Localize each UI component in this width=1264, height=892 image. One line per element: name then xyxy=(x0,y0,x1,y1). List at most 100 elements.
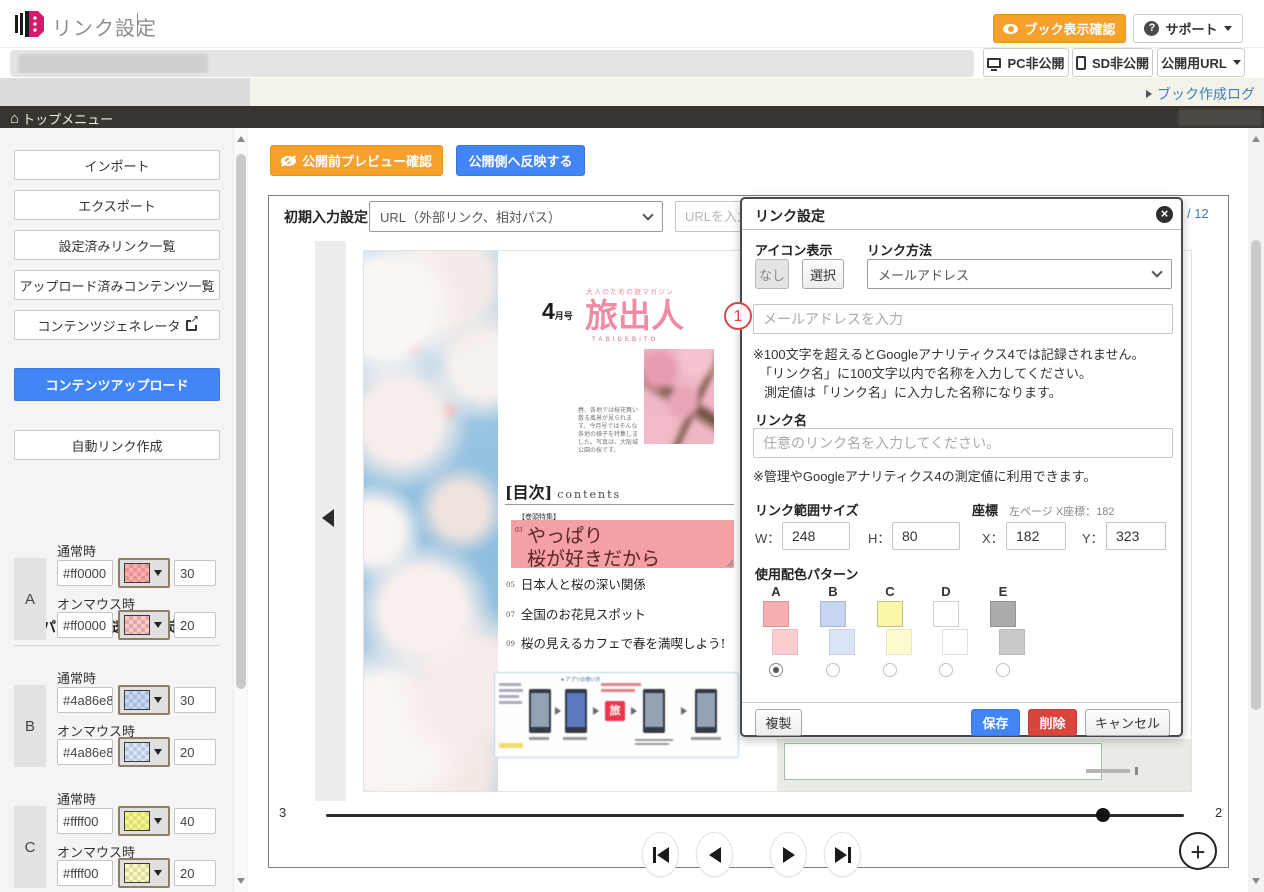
book-preview-button[interactable]: ブック表示確認 xyxy=(993,14,1126,43)
height-input[interactable] xyxy=(892,522,960,550)
preview-before-publish-button[interactable]: 公開前プレビュー確認 xyxy=(270,145,443,176)
magazine-title-roman: TABIDEBITO xyxy=(592,337,658,343)
pattern-b-hover-swatch-button[interactable] xyxy=(118,737,170,767)
pattern-b-normal-hex-input[interactable] xyxy=(57,687,113,713)
link-method-select[interactable]: メールアドレス xyxy=(867,259,1172,289)
scroll-up-icon[interactable] xyxy=(237,136,245,142)
pattern-d-radio[interactable] xyxy=(939,663,953,677)
page-number-overlay: 2 xyxy=(372,775,376,782)
pattern-c-normal-swatch-button[interactable] xyxy=(118,806,170,836)
pattern-c-hover-hex-input[interactable] xyxy=(57,860,113,886)
icon-none-button[interactable]: なし xyxy=(755,259,789,289)
caret-down-icon xyxy=(154,570,162,576)
pattern-b-normal-opacity-input[interactable] xyxy=(174,687,216,713)
page-title: リンク設定 xyxy=(52,12,157,41)
text-cursor xyxy=(137,13,138,35)
pattern-b-hover-swatch xyxy=(829,629,855,655)
color-pattern-group-a: A 通常時 オンマウス時 xyxy=(0,541,248,666)
link-name-input[interactable] xyxy=(753,428,1173,458)
eye-icon xyxy=(1003,24,1018,34)
book-log-link[interactable]: ブック作成ログ xyxy=(1146,84,1255,104)
pattern-a-hover-swatch-button[interactable] xyxy=(118,610,170,640)
pattern-a-normal-hex-input[interactable] xyxy=(57,560,113,586)
email-input[interactable] xyxy=(753,304,1173,334)
cancel-button[interactable]: キャンセル xyxy=(1085,709,1170,736)
pattern-c-hover-swatch-button[interactable] xyxy=(118,858,170,888)
prev-page-strip[interactable] xyxy=(315,241,346,801)
sidebar-item-import[interactable]: インポート xyxy=(14,150,220,180)
prev-page-button[interactable] xyxy=(696,832,733,877)
pattern-a-hover-opacity-input[interactable] xyxy=(174,612,216,638)
sidebar-item-export[interactable]: エクスポート xyxy=(14,190,220,220)
link-type-select[interactable]: URL（外部リンク、相対パス） xyxy=(369,201,663,232)
resize-handle[interactable] xyxy=(726,560,733,567)
pattern-e-hover-swatch xyxy=(999,629,1025,655)
sidebar-item-auto-link[interactable]: 自動リンク作成 xyxy=(14,430,220,460)
publish-button[interactable]: 公開側へ反映する xyxy=(456,145,585,176)
top-menu-link[interactable]: トップメニュー xyxy=(10,109,113,128)
pattern-a-normal-swatch-button[interactable] xyxy=(118,558,170,588)
pattern-a-normal-swatch xyxy=(763,601,789,627)
pattern-c-hover-opacity-input[interactable] xyxy=(174,860,216,886)
pattern-b-radio[interactable] xyxy=(826,663,840,677)
initial-input-label: 初期入力設定 xyxy=(284,207,368,227)
sidebar-item-content-upload[interactable]: コンテンツアップロード xyxy=(14,368,220,401)
pattern-a-normal-opacity-input[interactable] xyxy=(174,560,216,586)
pattern-c-normal-swatch xyxy=(877,601,903,627)
page-scrollbar-thumb[interactable] xyxy=(1251,240,1261,710)
arrow-right-icon xyxy=(631,707,637,715)
y-input[interactable] xyxy=(1106,522,1166,550)
left-page-number: 3 xyxy=(279,805,286,820)
scroll-down-icon[interactable] xyxy=(237,878,245,884)
sd-private-button[interactable]: SD非公開 xyxy=(1072,48,1153,77)
duplicate-button[interactable]: 複製 xyxy=(755,709,802,736)
magazine-title: 旅出人 xyxy=(585,289,684,337)
sidebar-item-content-generator[interactable]: コンテンツジェネレータ xyxy=(14,310,220,340)
last-page-button[interactable] xyxy=(824,832,861,877)
scroll-down-icon[interactable] xyxy=(1252,878,1260,884)
sidebar-item-link-list[interactable]: 設定済みリンク一覧 xyxy=(14,230,220,260)
redacted-menu-item xyxy=(1178,109,1262,126)
close-icon[interactable] xyxy=(1156,206,1173,223)
y-label: Y： xyxy=(1082,528,1104,547)
selected-link-region[interactable]: 03 やっぱり 桜が好きだから xyxy=(511,520,734,568)
page-scrollbar[interactable] xyxy=(1248,128,1264,892)
phone-thumbnail xyxy=(529,689,551,733)
first-page-button[interactable] xyxy=(642,832,679,877)
save-button[interactable]: 保存 xyxy=(971,709,1020,736)
pattern-c-radio[interactable] xyxy=(883,663,897,677)
page-slider-handle[interactable] xyxy=(1096,808,1110,822)
pattern-b-normal-swatch-button[interactable] xyxy=(118,685,170,715)
toc-heading: [目次] contents xyxy=(505,479,621,503)
pattern-b-hover-opacity-input[interactable] xyxy=(174,739,216,765)
support-button[interactable]: サポート xyxy=(1133,14,1243,43)
delete-button[interactable]: 削除 xyxy=(1028,709,1077,736)
pc-private-button[interactable]: PC非公開 xyxy=(983,48,1069,77)
pattern-e-radio[interactable] xyxy=(996,663,1010,677)
public-url-button[interactable]: 公開用URL xyxy=(1157,48,1245,77)
scroll-up-icon[interactable] xyxy=(1252,136,1260,142)
chevron-down-icon xyxy=(1151,266,1162,277)
x-input[interactable] xyxy=(1006,522,1066,550)
icon-select-button[interactable]: 選択 xyxy=(802,259,844,289)
pattern-c-normal-opacity-input[interactable] xyxy=(174,808,216,834)
width-label: W： xyxy=(755,528,780,547)
zoom-in-button[interactable] xyxy=(1179,832,1217,870)
arrow-right-icon xyxy=(593,707,599,715)
pattern-a-radio[interactable] xyxy=(769,663,783,677)
pattern-b-hover-hex-input[interactable] xyxy=(57,739,113,765)
pattern-d-hover-swatch xyxy=(942,629,968,655)
sidebar-item-uploaded-contents[interactable]: アップロード済みコンテンツ一覧 xyxy=(14,270,220,300)
pattern-c-normal-hex-input[interactable] xyxy=(57,808,113,834)
phone-thumbnail xyxy=(643,689,665,733)
pattern-a-hover-hex-input[interactable] xyxy=(57,612,113,638)
form-box xyxy=(784,743,1102,780)
sidebar-scrollbar-thumb[interactable] xyxy=(236,154,246,689)
tabi-logo: 旅 xyxy=(605,701,625,721)
color-pattern-group-b: B 通常時 オンマウス時 xyxy=(0,668,248,793)
sidebar-scrollbar[interactable] xyxy=(233,128,247,892)
next-page-button[interactable] xyxy=(770,832,807,877)
width-input[interactable] xyxy=(782,522,850,550)
page-slider-track[interactable] xyxy=(326,814,1184,817)
x-label: X： xyxy=(982,528,1004,547)
